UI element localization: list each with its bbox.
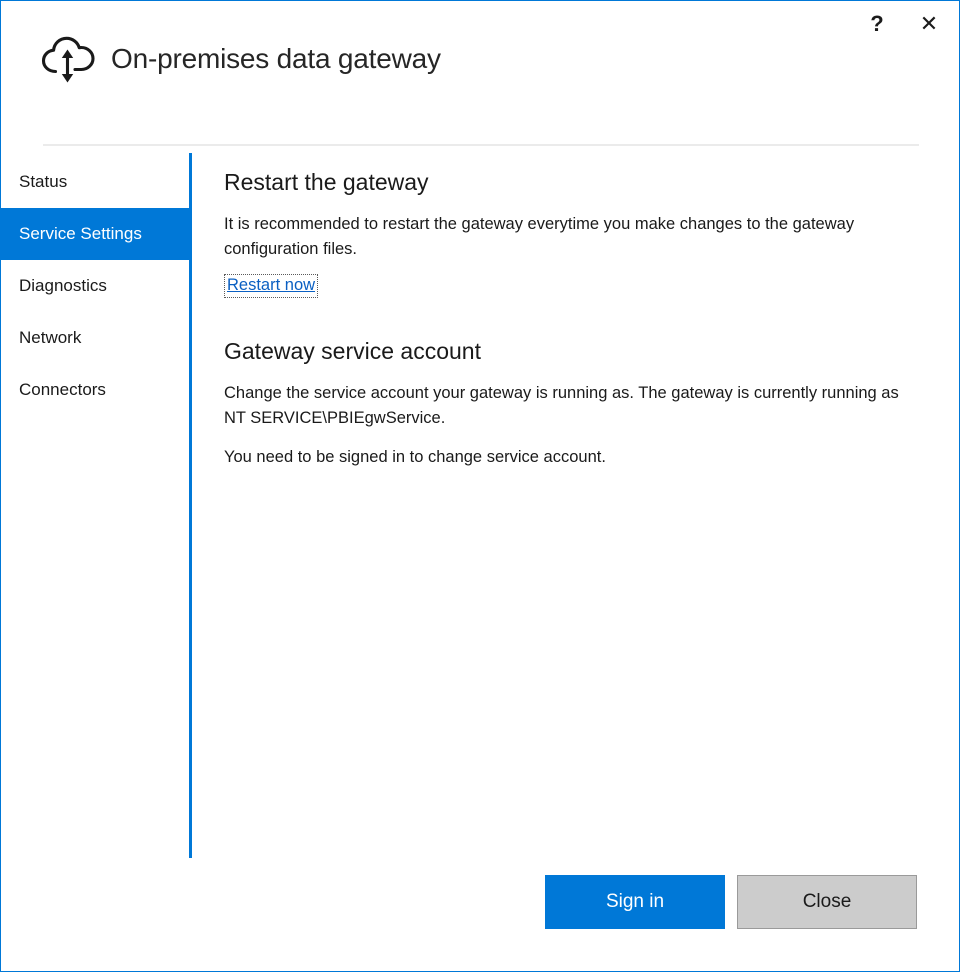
- sidebar-item-label: Diagnostics: [19, 276, 107, 296]
- sidebar-item-status[interactable]: Status: [1, 156, 190, 208]
- service-account-section-heading: Gateway service account: [224, 338, 924, 365]
- sign-in-required-note: You need to be signed in to change servi…: [224, 445, 916, 470]
- sidebar-item-service-settings[interactable]: Service Settings: [1, 208, 190, 260]
- sidebar-item-label: Network: [19, 328, 81, 348]
- sidebar-item-label: Service Settings: [19, 224, 142, 244]
- app-title: On-premises data gateway: [111, 43, 441, 75]
- sidebar-item-network[interactable]: Network: [1, 312, 190, 364]
- sign-in-button[interactable]: Sign in: [545, 875, 725, 929]
- service-account-description: Change the service account your gateway …: [224, 381, 916, 431]
- sidebar-navigation: Status Service Settings Diagnostics Netw…: [1, 156, 190, 416]
- restart-section-heading: Restart the gateway: [224, 169, 924, 196]
- caption-button-group: ? ✕: [857, 7, 949, 41]
- restart-section-description: It is recommended to restart the gateway…: [224, 212, 916, 262]
- sidebar-item-label: Connectors: [19, 380, 106, 400]
- header-separator: [43, 144, 919, 146]
- title-bar: ? ✕ On-premises data gateway: [1, 1, 959, 121]
- main-content-panel: Restart the gateway It is recommended to…: [224, 169, 924, 484]
- close-button[interactable]: Close: [737, 875, 917, 929]
- close-window-button[interactable]: ✕: [909, 7, 949, 41]
- app-branding: On-premises data gateway: [41, 33, 441, 85]
- help-button[interactable]: ?: [857, 7, 897, 41]
- sidebar-divider: [189, 153, 192, 858]
- cloud-sync-icon: [41, 33, 97, 85]
- sidebar-item-connectors[interactable]: Connectors: [1, 364, 190, 416]
- gateway-configurator-window: ? ✕ On-premises data gateway Status Serv…: [0, 0, 960, 972]
- footer-button-bar: Sign in Close: [1, 875, 959, 933]
- sidebar-item-label: Status: [19, 172, 67, 192]
- restart-now-link[interactable]: Restart now: [227, 276, 315, 294]
- sidebar-item-diagnostics[interactable]: Diagnostics: [1, 260, 190, 312]
- restart-now-focus-ring: Restart now: [224, 274, 318, 298]
